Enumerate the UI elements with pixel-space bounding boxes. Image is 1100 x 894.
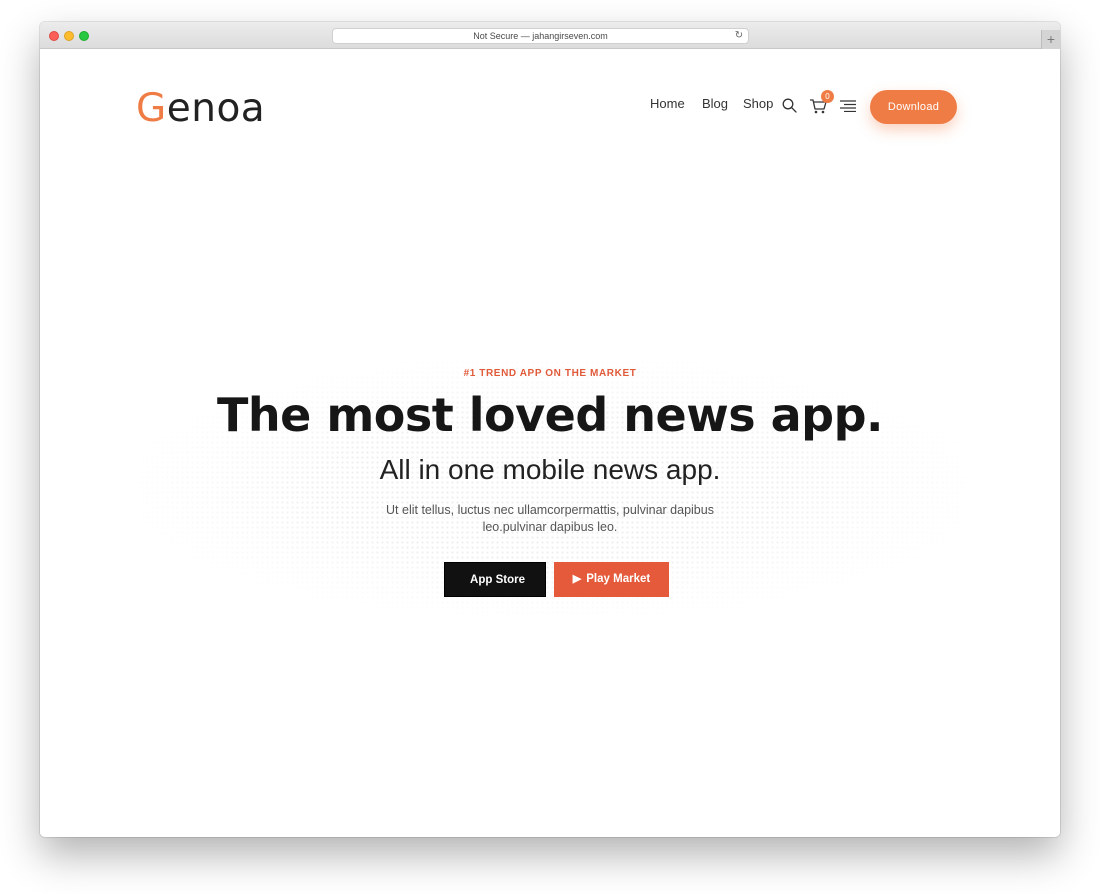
play-icon: ▶ [572, 573, 582, 585]
close-window-button[interactable] [49, 31, 59, 41]
plus-icon: + [1046, 31, 1056, 47]
logo-initial: G [136, 86, 167, 131]
search-icon[interactable] [782, 98, 797, 113]
browser-titlebar: Not Secure — jahangirseven.com ↻ + [40, 22, 1060, 49]
address-text: Not Secure — jahangirseven.com [473, 31, 608, 41]
hero-subheadline: All in one mobile news app. [379, 454, 721, 485]
logo-text: enoa [166, 86, 266, 131]
app-store-button[interactable]: App Store [444, 562, 546, 597]
cart-count-badge: 0 [821, 90, 834, 103]
site-logo[interactable]: Genoa [136, 86, 265, 131]
nav-shop[interactable]: Shop [743, 96, 773, 111]
menu-icon[interactable] [840, 100, 856, 112]
hero-description: Ut elit tellus, luctus nec ullamcorperma… [386, 503, 714, 534]
nav-home[interactable]: Home [650, 96, 685, 111]
new-tab-button[interactable]: + [1041, 30, 1060, 49]
play-market-label: Play Market [586, 573, 651, 585]
minimize-window-button[interactable] [64, 31, 74, 41]
browser-window: Not Secure — jahangirseven.com ↻ + Genoa… [40, 22, 1060, 837]
play-market-button[interactable]: ▶ Play Market [554, 562, 669, 597]
app-store-label: App Store [470, 574, 525, 586]
maximize-window-button[interactable] [79, 31, 89, 41]
hero-headline: The most loved news app. [217, 388, 883, 442]
address-bar[interactable]: Not Secure — jahangirseven.com ↻ [332, 28, 749, 44]
reload-icon[interactable]: ↻ [734, 31, 744, 41]
nav-blog[interactable]: Blog [702, 96, 728, 111]
page-content: Genoa Home Blog Shop 0 Download #1 TREND… [40, 50, 1060, 837]
hero-eyebrow: #1 TREND APP ON THE MARKET [463, 368, 637, 379]
download-button[interactable]: Download [870, 90, 957, 124]
